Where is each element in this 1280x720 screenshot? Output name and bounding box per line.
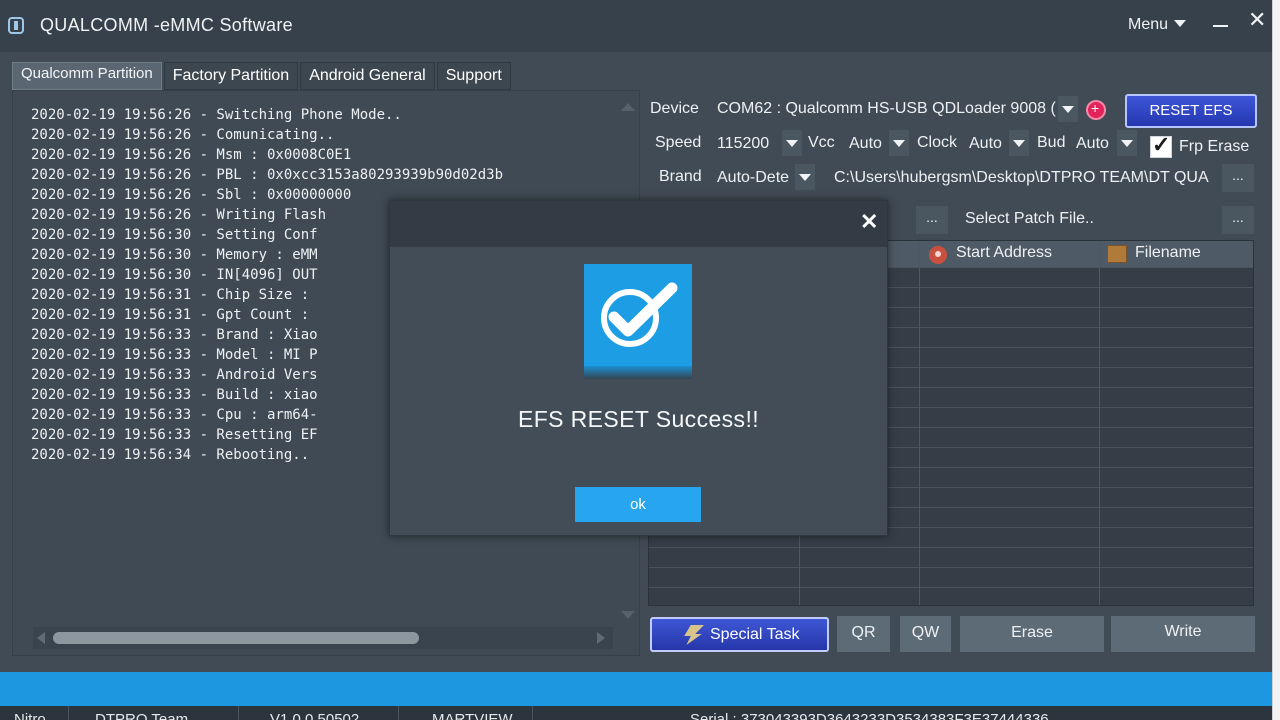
brand-label: Brand xyxy=(659,168,702,185)
menu-button[interactable]: Menu xyxy=(1128,16,1187,34)
browse-patch2-button[interactable]: ... xyxy=(1222,206,1254,234)
clock-select[interactable]: Auto xyxy=(969,135,1007,153)
title-bar: QUALCOMM -eMMC Software Menu ✕ xyxy=(0,0,1272,52)
status-version: V1.0.0.50502 xyxy=(270,711,360,720)
scroll-right-icon[interactable] xyxy=(597,632,605,644)
check-circle-icon xyxy=(584,264,692,379)
vcc-select[interactable]: Auto xyxy=(849,135,887,153)
close-icon[interactable]: ✕ xyxy=(860,209,878,235)
column-divider xyxy=(919,241,920,605)
bud-select[interactable]: Auto xyxy=(1076,135,1114,153)
scroll-down-icon[interactable] xyxy=(621,611,635,619)
scroll-thumb[interactable] xyxy=(53,632,419,644)
location-pin-icon xyxy=(929,246,947,264)
close-icon[interactable]: ✕ xyxy=(1248,7,1266,33)
tab-android-general[interactable]: Android General xyxy=(300,62,435,90)
vcc-label: Vcc xyxy=(808,134,835,151)
device-select[interactable]: COM62 : Qualcomm HS-USB QDLoader 9008 ( xyxy=(717,100,1057,118)
speed-label: Speed xyxy=(655,134,702,151)
progress-bar xyxy=(0,672,1272,706)
status-separator xyxy=(532,706,533,720)
firmware-path[interactable]: C:\Users\hubergsm\Desktop\DTPRO TEAM\DT … xyxy=(834,169,1222,187)
write-button[interactable]: Write xyxy=(1111,616,1255,652)
device-dropdown-icon[interactable] xyxy=(1058,96,1078,122)
speed-select[interactable]: 115200 xyxy=(717,135,777,153)
clock-label: Clock xyxy=(917,134,958,151)
column-start-address[interactable]: Start Address xyxy=(956,244,1052,262)
frp-erase-checkbox[interactable] xyxy=(1150,132,1172,158)
status-bar: Nitro DTPRO Team V1.0.0.50502 MARTVIEW S… xyxy=(0,706,1272,720)
speed-dropdown-icon[interactable] xyxy=(782,130,802,156)
chevron-down-icon xyxy=(1174,20,1187,27)
browse-firmware-button[interactable]: ... xyxy=(1222,164,1254,192)
bud-label: Bud xyxy=(1037,134,1066,151)
icon-reflection xyxy=(584,366,692,379)
log-line: 2020-02-19 19:56:26 - Switching Phone Mo… xyxy=(31,107,402,123)
erase-button[interactable]: Erase xyxy=(960,616,1104,652)
column-divider xyxy=(1099,241,1100,605)
status-separator xyxy=(398,706,399,720)
status-martview: MARTVIEW xyxy=(432,711,513,720)
vcc-dropdown-icon[interactable] xyxy=(889,130,909,156)
app-window: QUALCOMM -eMMC Software Menu ✕ Qualcomm … xyxy=(0,0,1272,720)
qr-button[interactable]: QR xyxy=(837,616,890,652)
menu-label: Menu xyxy=(1128,16,1169,33)
check-glyph xyxy=(601,282,678,347)
status-nitro: Nitro xyxy=(14,711,46,720)
status-separator xyxy=(238,706,239,720)
patch-file-label[interactable]: Select Patch File.. xyxy=(965,210,1094,228)
qw-button[interactable]: QW xyxy=(900,616,951,652)
scroll-up-icon[interactable] xyxy=(621,103,635,111)
brand-select[interactable]: Auto-Dete xyxy=(717,169,791,187)
tab-factory-partition[interactable]: Factory Partition xyxy=(163,62,299,90)
scroll-left-icon[interactable] xyxy=(37,632,45,644)
clock-dropdown-icon[interactable] xyxy=(1009,130,1029,156)
special-task-label: Special Task xyxy=(710,626,800,643)
log-line: 2020-02-19 19:56:26 - PBL : 0x0xcc3153a8… xyxy=(31,167,504,183)
file-icon xyxy=(1107,245,1127,263)
status-team: DTPRO Team xyxy=(95,711,189,720)
status-separator xyxy=(68,706,69,720)
browse-patch-button[interactable]: ... xyxy=(916,206,948,234)
status-serial: Serial : 373043393D3643233D3534383F3E374… xyxy=(690,711,1049,720)
bud-dropdown-icon[interactable] xyxy=(1117,130,1137,156)
special-task-button[interactable]: Special Task xyxy=(650,617,829,652)
log-horizontal-scrollbar[interactable] xyxy=(33,627,613,649)
column-filename[interactable]: Filename xyxy=(1135,244,1201,262)
app-icon xyxy=(8,17,24,34)
success-dialog: ✕ EFS RESET Success!! ok xyxy=(389,200,888,536)
log-line: 2020-02-19 19:56:26 - Msm : 0x0008C0E1 xyxy=(31,147,352,163)
page-scrollbar[interactable] xyxy=(1272,0,1280,720)
reset-efs-button[interactable]: RESET EFS xyxy=(1125,94,1257,128)
lightning-icon xyxy=(684,625,704,645)
target-icon[interactable] xyxy=(1086,100,1106,120)
window-title: QUALCOMM -eMMC Software xyxy=(40,15,293,35)
frp-erase-label: Frp Erase xyxy=(1179,138,1250,155)
brand-dropdown-icon[interactable] xyxy=(795,164,815,190)
tab-qualcomm-partition[interactable]: Qualcomm Partition xyxy=(12,62,162,90)
ok-button[interactable]: ok xyxy=(575,487,701,522)
dialog-header: ✕ xyxy=(390,201,887,247)
device-label: Device xyxy=(650,100,699,117)
minimize-icon[interactable] xyxy=(1213,25,1228,27)
tab-support[interactable]: Support xyxy=(436,62,511,90)
dialog-message: EFS RESET Success!! xyxy=(517,406,760,432)
log-line: 2020-02-19 19:56:26 - Comunicating.. xyxy=(31,127,335,143)
tab-bar: Qualcomm Partition Factory Partition And… xyxy=(12,62,513,90)
